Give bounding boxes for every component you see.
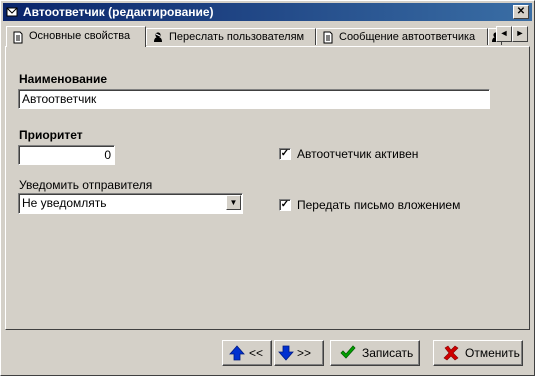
arrow-left-icon: ◄	[499, 28, 509, 38]
tab-autoresponder-message[interactable]: Сообщение автоответчика	[316, 28, 488, 45]
tab-bar: Переслать пользователям Сообщение автоот…	[5, 26, 532, 47]
forward-as-attachment-checkbox[interactable]: ✓	[279, 199, 291, 211]
tab-forward-users[interactable]: Переслать пользователям	[146, 28, 316, 45]
close-button[interactable]: ✕	[513, 5, 529, 19]
autoresponder-edit-window: Автоответчик (редактирование) ✕ Переслат…	[0, 0, 535, 376]
tab-scroll-right-button[interactable]: ►	[512, 26, 528, 42]
notify-sender-value: Не уведомлять	[22, 196, 107, 210]
forward-as-attachment-label: Передать письмо вложением	[297, 198, 461, 212]
name-field[interactable]: Автоответчик	[18, 89, 490, 109]
checkmark-icon: ✓	[280, 199, 290, 210]
window-title: Автоответчик (редактирование)	[23, 5, 214, 19]
arrow-down-icon	[278, 345, 294, 361]
checkmark-icon: ✓	[280, 148, 290, 159]
tab-label: Сообщение автоответчика	[339, 31, 476, 43]
document-icon	[13, 31, 23, 44]
title-bar[interactable]: Автоответчик (редактирование) ✕	[3, 3, 532, 21]
priority-label: Приоритет	[19, 128, 83, 142]
tab-scroll-left-button[interactable]: ◄	[496, 26, 512, 42]
name-label: Наименование	[19, 72, 108, 86]
cancel-x-icon	[443, 345, 459, 361]
next-label: >>	[297, 346, 312, 360]
checkmark-icon	[340, 345, 356, 359]
autoresponder-active-checkbox[interactable]: ✓	[279, 148, 291, 160]
close-icon: ✕	[516, 6, 526, 17]
arrow-up-icon	[229, 345, 245, 361]
document-icon	[323, 31, 333, 44]
priority-field[interactable]: 0	[18, 145, 115, 165]
next-button[interactable]: >>	[274, 340, 324, 366]
previous-label: <<	[249, 346, 264, 360]
autoresponder-active-label: Автоотчетчик активен	[297, 147, 419, 161]
tab-main-properties[interactable]: Основные свойства	[6, 26, 146, 47]
tab-scroll-arrows: ◄ ►	[494, 26, 530, 42]
save-label: Записать	[362, 346, 414, 360]
save-button[interactable]: Записать	[330, 340, 420, 366]
dropdown-button[interactable]: ▼	[226, 195, 241, 210]
tab-label: Переслать пользователям	[169, 31, 305, 43]
notify-sender-label: Уведомить отправителя	[19, 178, 153, 192]
app-icon	[6, 7, 18, 17]
cancel-button[interactable]: Отменить	[433, 340, 523, 366]
arrow-right-icon: ►	[515, 28, 525, 38]
notify-sender-select[interactable]: Не уведомлять ▼	[18, 193, 243, 214]
forward-user-icon	[154, 32, 162, 42]
chevron-down-icon: ▼	[229, 198, 238, 207]
tab-label: Основные свойства	[29, 30, 131, 42]
previous-button[interactable]: <<	[222, 340, 272, 366]
cancel-label: Отменить	[465, 346, 520, 360]
